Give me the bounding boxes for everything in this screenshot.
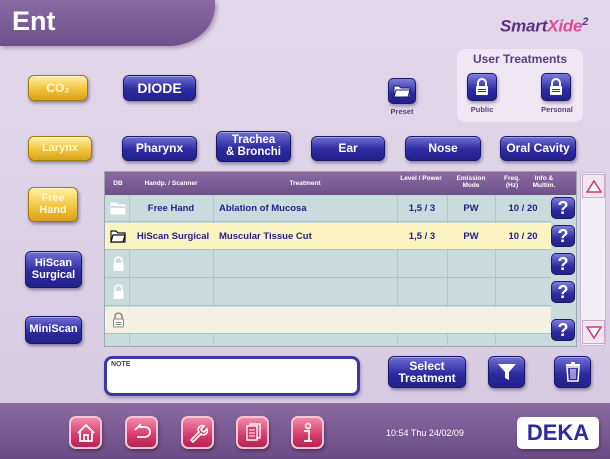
public-label: Public bbox=[470, 105, 494, 114]
table-row[interactable] bbox=[105, 279, 551, 306]
info-icon bbox=[303, 422, 312, 442]
back-button[interactable] bbox=[125, 416, 158, 449]
tab-larynx[interactable]: Larynx bbox=[28, 136, 92, 161]
folder-icon bbox=[393, 85, 411, 98]
table-row[interactable] bbox=[105, 251, 551, 278]
col-emission: Emission Mode bbox=[456, 175, 486, 190]
select-treatment-button[interactable]: Select Treatment bbox=[388, 356, 466, 388]
documents-icon bbox=[245, 422, 261, 441]
freq-cell: 10 / 20 bbox=[508, 230, 538, 242]
personal-treatments-button[interactable] bbox=[541, 73, 571, 101]
settings-button[interactable] bbox=[181, 416, 214, 449]
col-db: DB bbox=[113, 180, 123, 187]
handpiece-miniscan[interactable]: MiniScan bbox=[25, 316, 82, 344]
scroll-down-button[interactable] bbox=[582, 320, 605, 344]
delete-button[interactable] bbox=[554, 356, 591, 388]
wrench-icon bbox=[189, 424, 208, 443]
tab-label-line2: & Bronchi bbox=[226, 145, 281, 158]
lock-icon bbox=[113, 256, 123, 271]
filter-button[interactable] bbox=[488, 356, 525, 388]
home-icon bbox=[76, 423, 95, 442]
handpiece-label-line2: Hand bbox=[39, 203, 67, 216]
info-button[interactable]: ? bbox=[551, 225, 575, 247]
tab-ear[interactable]: Ear bbox=[311, 136, 385, 161]
personal-label: Personal bbox=[541, 105, 573, 114]
select-label-line2: Treatment bbox=[398, 371, 456, 385]
page-title: Ent bbox=[12, 6, 56, 36]
handpiece-cell: HiScan Surgical bbox=[136, 230, 210, 242]
home-button[interactable] bbox=[69, 416, 102, 449]
handpiece-label-line1: Free bbox=[41, 192, 65, 205]
db-cell bbox=[107, 279, 129, 305]
treatment-table: DB Handp. / Scanner Treatment Level / Po… bbox=[104, 171, 577, 347]
emission-cell: PW bbox=[463, 202, 479, 214]
note-label: NOTE bbox=[111, 361, 131, 368]
info-button[interactable]: ? bbox=[551, 197, 575, 219]
laser-co2-button[interactable]: CO₂ bbox=[28, 75, 88, 101]
smartxide-logo: SmartXide2 bbox=[500, 16, 589, 36]
info-button[interactable]: ? bbox=[551, 319, 575, 341]
deka-logo: DEKA bbox=[517, 417, 599, 449]
lock-icon bbox=[112, 312, 124, 328]
folder-icon bbox=[110, 229, 126, 243]
lock-icon bbox=[550, 78, 562, 95]
table-row[interactable]: HiScan Surgical Muscular Tissue Cut 1,5 … bbox=[105, 223, 551, 250]
tab-trachea-bronchi[interactable]: Trachea & Bronchi bbox=[216, 131, 291, 162]
lock-icon bbox=[113, 284, 123, 299]
tab-oral-cavity[interactable]: Oral Cavity bbox=[500, 136, 576, 161]
info-button[interactable]: ? bbox=[551, 281, 575, 303]
user-treatments-panel: User Treatments Public Personal bbox=[457, 49, 583, 122]
documents-button[interactable] bbox=[236, 416, 269, 449]
table-header: DB Handp. / Scanner Treatment Level / Po… bbox=[105, 172, 576, 195]
col-info: Info & Multim. bbox=[532, 175, 556, 190]
title-tab: Ent bbox=[0, 0, 215, 46]
col-handpiece: Handp. / Scanner bbox=[144, 180, 198, 187]
db-cell bbox=[107, 223, 129, 249]
handpiece-cell: Free Hand bbox=[147, 202, 195, 214]
tab-pharynx[interactable]: Pharynx bbox=[122, 136, 197, 161]
user-treatments-title: User Treatments bbox=[472, 52, 568, 66]
triangle-down-icon bbox=[585, 325, 602, 339]
filter-icon bbox=[497, 364, 516, 380]
info-button[interactable]: ? bbox=[551, 253, 575, 275]
db-cell bbox=[107, 251, 129, 277]
db-cell bbox=[107, 307, 129, 333]
col-level: Level / Power bbox=[400, 175, 442, 182]
handpiece-label-line2: Surgical bbox=[31, 268, 76, 281]
table-scrollbar[interactable] bbox=[580, 172, 606, 346]
tab-label-line1: Trachea bbox=[231, 133, 276, 146]
clock: 10:54 Thu 24/02/09 bbox=[386, 428, 464, 438]
emission-cell: PW bbox=[463, 230, 479, 242]
triangle-up-icon bbox=[585, 179, 602, 193]
col-treatment: Treatment bbox=[289, 180, 321, 187]
freq-cell: 10 / 20 bbox=[508, 202, 538, 214]
folder-icon bbox=[110, 202, 126, 214]
preset-label: Preset bbox=[390, 107, 414, 116]
handpiece-label-line1: HiScan bbox=[34, 257, 73, 270]
preset-button[interactable] bbox=[388, 78, 416, 104]
handpiece-hiscan-surgical[interactable]: HiScan Surgical bbox=[25, 251, 82, 288]
handpiece-free-hand[interactable]: Free Hand bbox=[28, 187, 78, 222]
db-cell bbox=[107, 195, 129, 221]
undo-arrow-icon bbox=[133, 422, 151, 438]
tab-nose[interactable]: Nose bbox=[405, 136, 481, 161]
trash-icon bbox=[565, 362, 580, 382]
lock-icon bbox=[476, 78, 488, 95]
public-treatments-button[interactable] bbox=[467, 73, 497, 101]
laser-diode-button[interactable]: DIODE bbox=[123, 75, 196, 101]
table-row[interactable]: Free Hand Ablation of Mucosa 1,5 / 3 PW … bbox=[105, 195, 551, 222]
col-freq: Freq. (Hz) bbox=[504, 175, 520, 190]
treatment-cell: Ablation of Mucosa bbox=[219, 202, 307, 214]
level-cell: 1,5 / 3 bbox=[408, 230, 436, 242]
level-cell: 1,5 / 3 bbox=[408, 202, 436, 214]
note-field[interactable]: NOTE bbox=[104, 356, 360, 396]
info-footer-button[interactable] bbox=[291, 416, 324, 449]
screen: Ent SmartXide2 CO₂ DIODE Preset User Tre… bbox=[0, 0, 610, 459]
treatment-cell: Muscular Tissue Cut bbox=[219, 230, 312, 242]
scroll-up-button[interactable] bbox=[582, 174, 605, 198]
table-row[interactable] bbox=[105, 307, 551, 334]
